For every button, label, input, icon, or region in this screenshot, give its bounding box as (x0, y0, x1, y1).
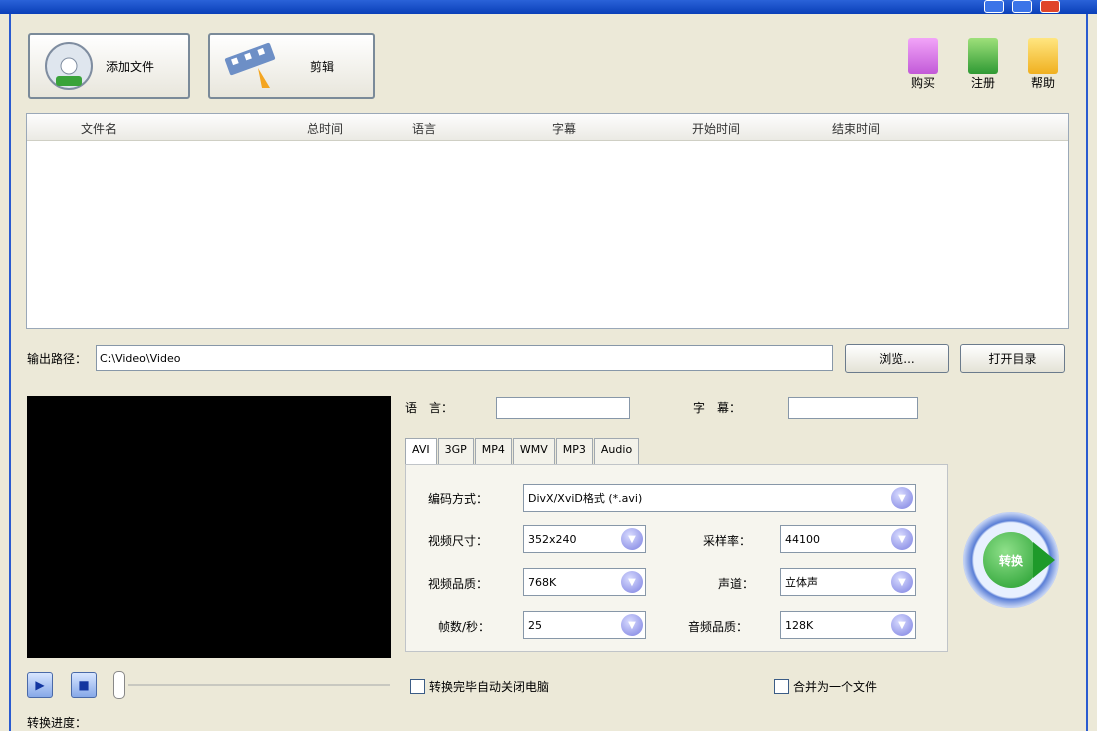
help-button[interactable]: 帮助 (1023, 38, 1063, 91)
video-size-label: 视频尺寸： (428, 534, 489, 548)
file-list[interactable]: 文件名 总时间 语言 字幕 开始时间 结束时间 (26, 113, 1069, 329)
convert-play-icon: 转换 (983, 532, 1039, 588)
tab-wmv[interactable]: WMV (512, 438, 555, 464)
fps-select[interactable]: 25 ▼ (523, 611, 646, 639)
register-icon (968, 38, 998, 74)
fps-value: 25 (528, 618, 542, 632)
checkbox-box[interactable] (410, 679, 425, 694)
sample-rate-select[interactable]: 44100 ▼ (780, 525, 916, 553)
output-path-field[interactable]: C:\Video\Video (96, 345, 833, 371)
subtitle-label: 字 幕： (693, 401, 742, 415)
play-icon: ▶ (35, 678, 45, 692)
encoder-value: DivX/XviD格式 (*.avi) (528, 492, 643, 505)
tab-audio[interactable]: Audio (593, 438, 640, 464)
video-quality-label: 视频品质： (428, 577, 489, 591)
encoder-select[interactable]: DivX/XviD格式 (*.avi) ▼ (523, 484, 916, 512)
seek-slider-track[interactable] (128, 684, 390, 686)
tab-avi[interactable]: AVI (405, 438, 437, 464)
dropdown-arrow-icon: ▼ (621, 571, 643, 593)
tab-mp4[interactable]: MP4 (474, 438, 512, 464)
column-header[interactable]: 开始时间 (692, 120, 740, 137)
open-directory-button[interactable]: 打开目录 (960, 344, 1065, 373)
buy-label: 购买 (910, 76, 935, 90)
channel-label: 声道： (718, 577, 755, 591)
merge-label: 合并为一个文件 (793, 680, 878, 694)
shutdown-checkbox[interactable]: 转换完毕自动关闭电脑 (410, 678, 549, 695)
shutdown-label: 转换完毕自动关闭电脑 (429, 680, 550, 694)
audio-quality-select[interactable]: 128K ▼ (780, 611, 916, 639)
file-list-header: 文件名 总时间 语言 字幕 开始时间 结束时间 (27, 114, 1068, 141)
subtitle-select[interactable] (788, 397, 918, 419)
add-file-label: 添加文件 (106, 59, 155, 74)
dropdown-arrow-icon: ▼ (891, 487, 913, 509)
fps-label: 帧数/秒： (438, 620, 491, 634)
column-header[interactable]: 语言 (412, 120, 436, 137)
column-header[interactable]: 文件名 (81, 120, 117, 137)
tab-3gp[interactable]: 3GP (437, 438, 474, 464)
title-bar[interactable] (0, 0, 1097, 14)
language-value (497, 399, 500, 412)
register-label: 注册 (970, 76, 995, 90)
dropdown-arrow-icon: ▼ (891, 614, 913, 636)
seek-slider-thumb[interactable] (113, 671, 125, 699)
stop-button[interactable]: ■ (71, 672, 97, 698)
tab-mp3[interactable]: MP3 (555, 438, 593, 464)
output-path-label: 输出路径： (27, 352, 88, 366)
sample-rate-value: 44100 (785, 532, 820, 546)
register-button[interactable]: 注册 (963, 38, 1003, 91)
buy-button[interactable]: 购买 (903, 38, 943, 91)
dropdown-arrow-icon: ▼ (621, 528, 643, 550)
browse-button[interactable]: 浏览... (845, 344, 949, 373)
language-label: 语 言： (405, 401, 454, 415)
audio-quality-label: 音频品质： (688, 620, 749, 634)
dropdown-arrow-icon: ▼ (891, 571, 913, 593)
output-path-value: C:\Video\Video (100, 351, 181, 365)
format-tabs: AVI 3GP MP4 WMV MP3 Audio (405, 438, 640, 464)
sample-rate-label: 采样率： (703, 534, 752, 548)
browse-label: 浏览... (879, 352, 915, 366)
arrow-right-icon (1033, 542, 1055, 578)
maximize-button[interactable] (1012, 0, 1032, 13)
checkbox-box[interactable] (774, 679, 789, 694)
video-preview (27, 396, 391, 658)
channel-select[interactable]: 立体声 ▼ (780, 568, 916, 596)
video-quality-select[interactable]: 768K ▼ (523, 568, 646, 596)
language-select[interactable] (496, 397, 630, 419)
merge-checkbox[interactable]: 合并为一个文件 (774, 678, 877, 695)
audio-quality-value: 128K (785, 618, 814, 632)
edit-label: 剪辑 (310, 59, 335, 74)
disc-icon (45, 42, 93, 90)
help-icon (1028, 38, 1058, 74)
open-directory-label: 打开目录 (988, 352, 1037, 366)
progress-label: 转换进度： (27, 716, 88, 730)
column-header[interactable]: 结束时间 (832, 120, 880, 137)
stop-icon: ■ (78, 678, 90, 692)
dropdown-arrow-icon: ▼ (621, 614, 643, 636)
film-scissors-icon (224, 42, 276, 88)
add-file-button[interactable]: 添加文件 (28, 33, 190, 99)
video-size-value: 352x240 (528, 532, 577, 546)
minimize-button[interactable] (984, 0, 1004, 13)
video-size-select[interactable]: 352x240 ▼ (523, 525, 646, 553)
channel-value: 立体声 (785, 576, 818, 589)
cart-icon (908, 38, 938, 74)
subtitle-value (789, 399, 792, 412)
help-label: 帮助 (1030, 76, 1055, 90)
encoder-label: 编码方式： (428, 492, 489, 506)
dropdown-arrow-icon: ▼ (891, 528, 913, 550)
close-button[interactable] (1040, 0, 1060, 13)
column-header[interactable]: 总时间 (307, 120, 343, 137)
edit-button[interactable]: 剪辑 (208, 33, 375, 99)
convert-button[interactable]: 转换 (963, 512, 1059, 608)
column-header[interactable]: 字幕 (552, 120, 576, 137)
play-button[interactable]: ▶ (27, 672, 53, 698)
video-quality-value: 768K (528, 575, 557, 589)
convert-label: 转换 (998, 553, 1023, 568)
